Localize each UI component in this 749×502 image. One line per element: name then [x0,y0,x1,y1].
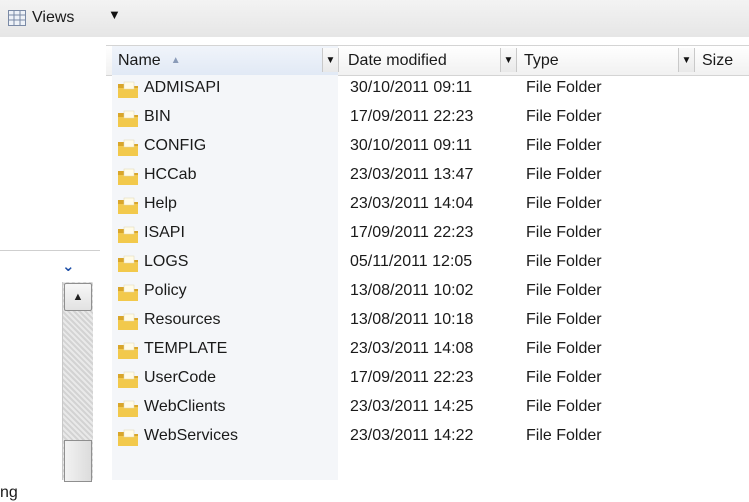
file-name: UserCode [144,369,217,386]
file-name: WebClients [144,398,226,415]
table-row[interactable]: CONFIG 30/10/2011 09:11 File Folder [100,133,749,162]
table-row[interactable]: HCCab 23/03/2011 13:47 File Folder [100,162,749,191]
chevron-down-icon[interactable]: ⌄ [62,257,75,275]
column-header-row: Name ▲ ▼ Date modified ▼ Type ▼ Size [106,45,749,76]
column-header-size[interactable]: Size [696,46,749,75]
file-date-modified: 23/03/2011 14:04 [350,195,474,212]
folder-icon [118,313,138,330]
column-header-date-modified[interactable]: Date modified [342,46,514,75]
column-header-date-label: Date modified [348,51,447,69]
table-row[interactable]: Help 23/03/2011 14:04 File Folder [100,191,749,220]
folder-icon [118,81,138,98]
file-type: File Folder [526,282,602,299]
folder-icon [118,400,138,417]
folder-icon [118,197,138,214]
table-row[interactable]: BIN 17/09/2011 22:23 File Folder [100,104,749,133]
column-header-name[interactable]: Name ▲ [112,46,338,75]
file-date-modified: 23/03/2011 14:22 [350,427,474,444]
file-date-modified: 05/11/2011 12:05 [350,253,473,270]
folder-icon [118,284,138,301]
file-date-modified: 17/09/2011 22:23 [350,224,474,241]
file-list-view: Name ▲ ▼ Date modified ▼ Type ▼ Size ADM… [100,37,749,480]
file-type: File Folder [526,224,602,241]
file-name: Policy [144,282,187,299]
folder-icon [118,110,138,127]
folder-icon [118,429,138,446]
chevron-down-icon[interactable]: ▼ [500,48,517,72]
divider [0,250,100,251]
file-name: Help [144,195,177,212]
file-date-modified: 17/09/2011 22:23 [350,108,474,125]
navigation-item-label[interactable]: ng [0,484,18,502]
table-row[interactable]: ADMISAPI 30/10/2011 09:11 File Folder [100,75,749,104]
file-name: WebServices [144,427,238,444]
file-type: File Folder [526,369,602,386]
folder-icon [118,342,138,359]
file-name: TEMPLATE [144,340,228,357]
file-name: LOGS [144,253,189,270]
file-type: File Folder [526,79,602,96]
file-type: File Folder [526,311,602,328]
column-header-type-label: Type [524,51,559,69]
folder-icon [118,139,138,156]
file-date-modified: 17/09/2011 22:23 [350,369,474,386]
table-row[interactable]: TEMPLATE 23/03/2011 14:08 File Folder [100,336,749,365]
chevron-down-icon[interactable]: ▼ [678,48,695,72]
views-button[interactable]: Views [8,6,74,30]
chevron-down-icon[interactable]: ▼ [322,48,339,72]
chevron-down-icon[interactable]: ▼ [108,7,121,22]
file-name: HCCab [144,166,197,183]
file-name: ISAPI [144,224,185,241]
file-type: File Folder [526,427,602,444]
file-name: Resources [144,311,221,328]
table-row[interactable]: WebServices 23/03/2011 14:22 File Folder [100,423,749,452]
file-type: File Folder [526,137,602,154]
column-header-type[interactable]: Type [518,46,692,75]
file-name: CONFIG [144,137,207,154]
file-name: ADMISAPI [144,79,221,96]
column-header-size-label: Size [702,51,734,69]
file-type: File Folder [526,166,602,183]
file-date-modified: 23/03/2011 14:08 [350,340,474,357]
table-row[interactable]: Policy 13/08/2011 10:02 File Folder [100,278,749,307]
file-type: File Folder [526,340,602,357]
navigation-scrollbar[interactable]: ▲ [62,282,93,482]
views-label: Views [32,9,75,26]
file-name: BIN [144,108,171,125]
file-type: File Folder [526,195,602,212]
toolbar: Views ▼ [0,0,749,37]
file-type: File Folder [526,253,602,270]
file-type: File Folder [526,398,602,415]
file-date-modified: 30/10/2011 09:11 [350,79,473,96]
folder-icon [118,168,138,185]
table-row[interactable]: UserCode 17/09/2011 22:23 File Folder [100,365,749,394]
file-date-modified: 23/03/2011 13:47 [350,166,474,183]
scroll-thumb[interactable] [64,440,92,482]
navigation-pane: ⌄ ▲ ng [0,37,100,501]
file-date-modified: 23/03/2011 14:25 [350,398,474,415]
file-date-modified: 13/08/2011 10:02 [350,282,474,299]
folder-icon [118,371,138,388]
column-header-name-label: Name [118,51,161,69]
sort-ascending-icon: ▲ [170,55,181,66]
table-row[interactable]: LOGS 05/11/2011 12:05 File Folder [100,249,749,278]
folder-icon [118,255,138,272]
file-date-modified: 30/10/2011 09:11 [350,137,473,154]
folder-icon [118,226,138,243]
views-icon [8,10,26,26]
table-row[interactable]: ISAPI 17/09/2011 22:23 File Folder [100,220,749,249]
file-type: File Folder [526,108,602,125]
scroll-up-button[interactable]: ▲ [64,283,92,311]
table-row[interactable]: Resources 13/08/2011 10:18 File Folder [100,307,749,336]
table-row[interactable]: WebClients 23/03/2011 14:25 File Folder [100,394,749,423]
file-date-modified: 13/08/2011 10:18 [350,311,474,328]
